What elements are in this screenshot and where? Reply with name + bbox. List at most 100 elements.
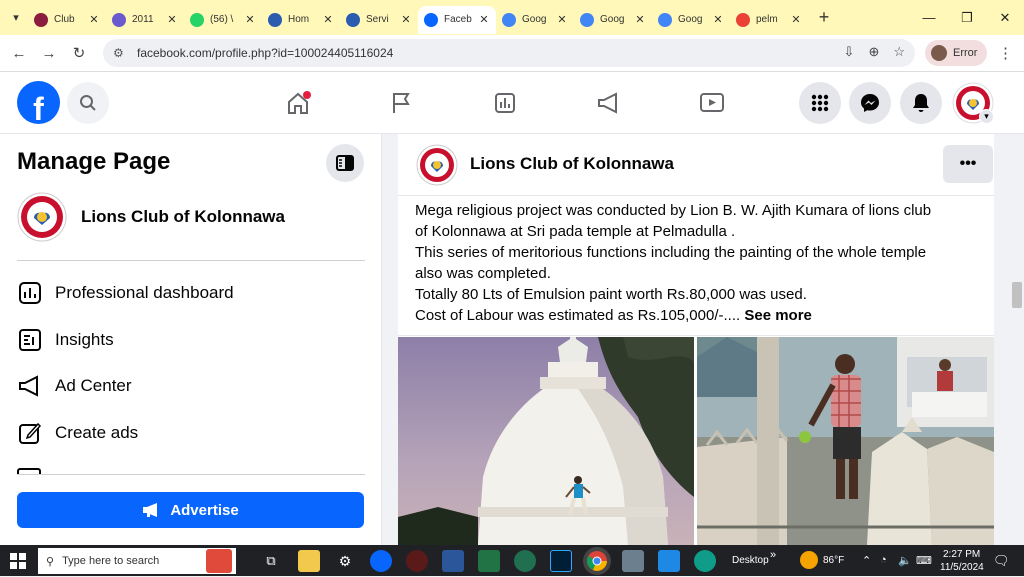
messenger-button[interactable] bbox=[849, 82, 891, 124]
tab-close-icon[interactable]: ✕ bbox=[478, 13, 490, 26]
edge-icon[interactable] bbox=[694, 550, 716, 572]
menu-create-ads[interactable]: Create ads bbox=[17, 413, 138, 453]
menu-ad-center[interactable]: Ad Center bbox=[17, 366, 132, 406]
weather-temp[interactable]: 86°F bbox=[823, 555, 844, 566]
browser-tab[interactable]: Goog ✕ bbox=[496, 6, 574, 34]
start-button[interactable] bbox=[0, 545, 36, 576]
menu-insights[interactable]: Insights bbox=[17, 320, 114, 360]
scrollbar-thumb[interactable] bbox=[1012, 282, 1022, 308]
word-icon[interactable] bbox=[442, 550, 464, 572]
browser-tab[interactable]: Hom ✕ bbox=[262, 6, 340, 34]
home-nav-button[interactable] bbox=[281, 86, 315, 120]
see-more-link[interactable]: See more bbox=[744, 307, 812, 324]
tab-close-icon[interactable]: ✕ bbox=[790, 13, 802, 26]
weather-icon[interactable] bbox=[800, 551, 818, 569]
post-author[interactable]: Lions Club of Kolonnawa bbox=[470, 154, 674, 174]
task-view-icon[interactable]: ⧉ bbox=[260, 550, 282, 572]
chrome-icon[interactable] bbox=[586, 550, 608, 572]
photoshop-icon[interactable] bbox=[550, 550, 572, 572]
video-nav-button[interactable] bbox=[695, 86, 729, 120]
desktop-toolbar-label[interactable]: Desktop bbox=[732, 555, 769, 566]
tab-close-icon[interactable]: ✕ bbox=[634, 13, 646, 26]
clock-time[interactable]: 2:27 PM bbox=[943, 549, 980, 560]
address-bar[interactable]: ⚙ facebook.com/profile.php?id=1000244051… bbox=[103, 39, 915, 67]
post-photo-stupa[interactable] bbox=[398, 337, 694, 545]
avatar bbox=[931, 45, 947, 61]
favicon-icon bbox=[268, 12, 282, 27]
favicon-icon bbox=[502, 12, 516, 27]
settings-icon[interactable]: ⚙ bbox=[334, 550, 356, 572]
switch-view-button[interactable] bbox=[326, 144, 364, 182]
notifications-button[interactable] bbox=[900, 82, 942, 124]
clock-date[interactable]: 11/5/2024 bbox=[940, 562, 984, 573]
manage-page-panel: Manage Page Lions Club of Kolonnawa Prof… bbox=[0, 134, 382, 545]
tray-chevron-icon[interactable]: ⌃ bbox=[862, 554, 871, 567]
advertise-button[interactable]: Advertise bbox=[17, 492, 364, 528]
close-window-icon[interactable]: ✕ bbox=[986, 0, 1024, 35]
post-card: Lions Club of Kolonnawa ••• Mega religio… bbox=[398, 134, 994, 545]
browser-tab[interactable]: Club ✕ bbox=[28, 6, 106, 34]
messenger-icon bbox=[861, 94, 879, 112]
tab-close-icon[interactable]: ✕ bbox=[400, 13, 412, 26]
volume-icon[interactable]: 🔈 bbox=[898, 554, 912, 567]
app-icon[interactable] bbox=[406, 550, 428, 572]
menu-label: Professional dashboard bbox=[55, 283, 234, 302]
zoom-icon[interactable]: ⊕ bbox=[868, 44, 879, 60]
tab-close-icon[interactable]: ✕ bbox=[244, 13, 256, 26]
menu-button[interactable] bbox=[799, 82, 841, 124]
back-icon[interactable]: ← bbox=[4, 45, 34, 62]
taskbar-search[interactable]: ⚲ Type here to search bbox=[38, 548, 236, 574]
lions-logo-icon[interactable] bbox=[416, 144, 458, 186]
restore-icon[interactable]: ❐ bbox=[948, 0, 986, 35]
tab-close-icon[interactable]: ✕ bbox=[712, 13, 724, 26]
tab-title: (56) \ bbox=[210, 14, 234, 25]
bookmark-star-icon[interactable]: ☆ bbox=[893, 44, 905, 60]
minimize-icon[interactable]: — bbox=[910, 0, 948, 35]
tab-close-icon[interactable]: ✕ bbox=[322, 13, 334, 26]
advertise-label: Advertise bbox=[170, 501, 239, 519]
post-more-button[interactable]: ••• bbox=[943, 145, 993, 183]
browser-tab[interactable]: Faceb ✕ bbox=[418, 5, 496, 34]
browser-tab[interactable]: 2011 ✕ bbox=[106, 6, 184, 34]
reload-icon[interactable]: ↻ bbox=[64, 44, 94, 62]
browser-menu-icon[interactable]: ⋮ bbox=[998, 44, 1013, 62]
browser-tab[interactable]: Goog ✕ bbox=[652, 6, 730, 34]
file-explorer-icon[interactable] bbox=[298, 550, 320, 572]
flag-icon bbox=[393, 93, 410, 113]
panel-toggle-icon bbox=[336, 155, 354, 171]
tab-close-icon[interactable]: ✕ bbox=[88, 13, 100, 26]
tab-close-icon[interactable]: ✕ bbox=[166, 13, 178, 26]
address-row: ← → ↻ ⚙ facebook.com/profile.php?id=1000… bbox=[0, 35, 1024, 72]
network-icon[interactable]: ◔ bbox=[880, 554, 887, 566]
tab-search-dropdown[interactable]: ▾ bbox=[4, 6, 28, 30]
calculator-icon[interactable] bbox=[622, 550, 644, 572]
new-tab-button[interactable]: + bbox=[812, 7, 836, 28]
photos-icon[interactable] bbox=[658, 550, 680, 572]
insights-nav-button[interactable] bbox=[488, 86, 522, 120]
browser-tab[interactable]: Servi ✕ bbox=[340, 6, 418, 34]
excel-icon[interactable] bbox=[478, 550, 500, 572]
page-scrollbar[interactable] bbox=[1010, 134, 1024, 545]
notification-center-icon[interactable]: 🗨 bbox=[993, 553, 1010, 569]
ads-nav-button[interactable] bbox=[592, 86, 626, 120]
browser-tab[interactable]: pelm ✕ bbox=[730, 6, 808, 34]
install-icon[interactable]: ⇩ bbox=[844, 44, 855, 60]
post-photo-painting[interactable] bbox=[697, 337, 994, 545]
forward-icon[interactable]: → bbox=[34, 45, 64, 62]
page-identity-row[interactable]: Lions Club of Kolonnawa bbox=[17, 192, 285, 242]
pages-nav-button[interactable] bbox=[384, 86, 418, 120]
search-button[interactable] bbox=[67, 82, 109, 124]
favicon-icon bbox=[736, 12, 750, 27]
menu-professional-dashboard[interactable]: Professional dashboard bbox=[17, 273, 234, 313]
site-info-icon[interactable]: ⚙ bbox=[113, 46, 131, 60]
toolbar-overflow-icon[interactable]: » bbox=[770, 549, 776, 561]
keyboard-icon[interactable]: ⌨ bbox=[916, 554, 932, 567]
profile-button[interactable]: Error bbox=[925, 40, 988, 66]
utility-app-icon[interactable] bbox=[514, 550, 536, 572]
facebook-logo-icon[interactable]: f bbox=[17, 81, 60, 124]
facebook-app-icon[interactable] bbox=[370, 550, 392, 572]
browser-tab[interactable]: Goog ✕ bbox=[574, 6, 652, 34]
browser-tab[interactable]: (56) \ ✕ bbox=[184, 6, 262, 34]
tab-close-icon[interactable]: ✕ bbox=[556, 13, 568, 26]
account-button[interactable]: ▾ bbox=[952, 82, 994, 124]
